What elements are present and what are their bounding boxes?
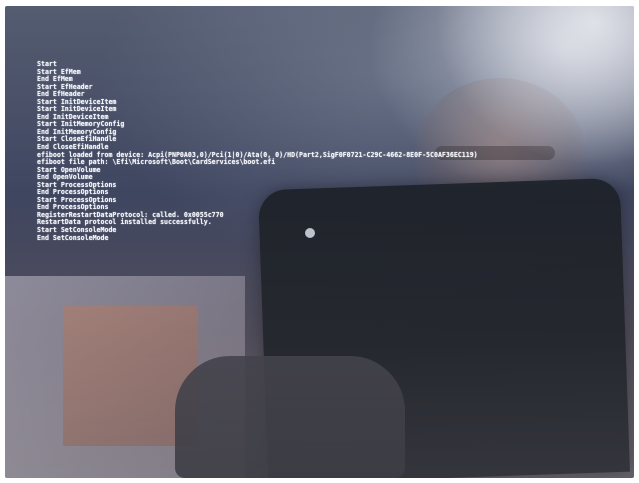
boot-log-line: Start [37, 60, 57, 68]
boot-log-line: Start EfMem [37, 67, 81, 76]
boot-log-line: Start EfHeader [37, 82, 93, 91]
monitor-screen: Start Start EfMem End EfMem Start EfHead… [5, 6, 634, 478]
photo-frame: Start Start EfMem End EfMem Start EfHead… [0, 0, 639, 483]
hand-reflection [175, 356, 405, 478]
boot-log-line: efiboot file path: \Efi\Microsoft\Boot\C… [37, 158, 276, 167]
boot-log-line: Start OpenVolume [37, 165, 101, 174]
boot-log: Start Start EfMem End EfMem Start EfHead… [37, 60, 478, 242]
boot-log-line: End EfMem [37, 75, 73, 84]
boot-log-line: End SetConsoleMode [37, 233, 109, 242]
